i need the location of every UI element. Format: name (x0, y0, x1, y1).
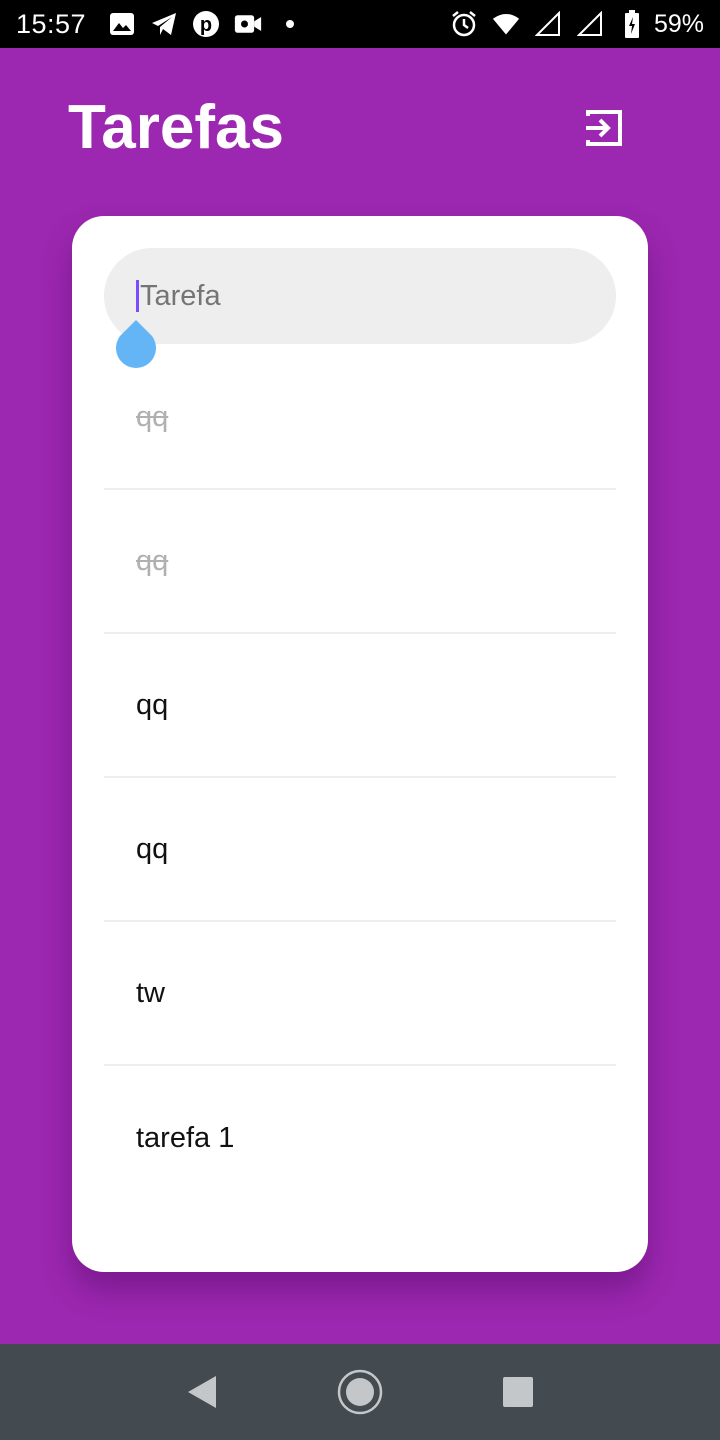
recents-button[interactable] (478, 1352, 558, 1432)
task-text: qq (136, 400, 169, 433)
signal-icon (576, 10, 604, 38)
task-item[interactable]: qq (104, 778, 616, 922)
home-button[interactable] (320, 1352, 400, 1432)
back-button[interactable] (162, 1352, 242, 1432)
status-right: 59% (450, 10, 704, 39)
text-cursor (136, 280, 139, 312)
alarm-icon (450, 10, 478, 38)
telegram-icon (150, 10, 178, 38)
battery-percent: 59% (653, 9, 704, 38)
status-bar: 15:57 p 59% (0, 0, 720, 48)
wifi-icon (492, 10, 520, 38)
navigation-bar (0, 1344, 720, 1440)
app-header: Tarefas (0, 48, 720, 208)
task-text: qq (136, 832, 169, 865)
task-text: qq (136, 544, 169, 577)
task-text: tarefa 1 (136, 1121, 235, 1154)
task-text: tw (136, 976, 165, 1009)
back-icon (188, 1376, 216, 1408)
signal-icon (534, 10, 562, 38)
pinterest-icon: p (192, 10, 220, 38)
task-card: Tarefa qq qq qq qq tw tarefa 1 (72, 216, 648, 1272)
status-left: 15:57 p (16, 9, 318, 40)
dot-icon (276, 10, 304, 38)
task-text: qq (136, 688, 169, 721)
logout-button[interactable] (580, 104, 628, 152)
task-item[interactable]: qq (104, 634, 616, 778)
task-item[interactable]: tarefa 1 (104, 1066, 616, 1210)
task-item[interactable]: qq (104, 346, 616, 490)
svg-text:p: p (200, 14, 212, 36)
task-input-placeholder: Tarefa (140, 279, 221, 312)
image-icon (108, 10, 136, 38)
status-time: 15:57 (16, 8, 87, 39)
recents-icon (503, 1377, 533, 1407)
task-item[interactable]: tw (104, 922, 616, 1066)
task-list: qq qq qq qq tw tarefa 1 (104, 346, 616, 1210)
video-icon (234, 10, 262, 38)
task-input[interactable]: Tarefa (104, 248, 616, 344)
home-icon (337, 1369, 383, 1415)
task-item[interactable]: qq (104, 490, 616, 634)
battery-icon (618, 10, 646, 38)
page-title: Tarefas (68, 93, 284, 162)
logout-icon (586, 110, 622, 146)
